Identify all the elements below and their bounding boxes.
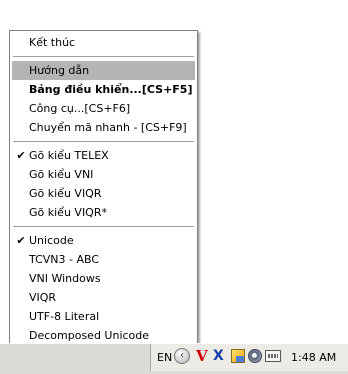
context-menu: Kết thúc Hướng dẫn Bảng điều khiển...[CS+F… (9, 30, 198, 346)
menu-item-label: VNI Windows (29, 272, 101, 285)
clock[interactable]: 1:48 AM (291, 351, 336, 364)
menu-item[interactable]: Gõ kiểu VIQR* (12, 203, 195, 222)
show-hidden-icons-button[interactable]: ‹ (174, 348, 190, 364)
menu-item[interactable]: Công cụ...[CS+F6] (12, 99, 195, 118)
menu-item-label: TCVN3 - ABC (29, 253, 100, 266)
menu-item[interactable]: Kết thúc (12, 33, 195, 52)
menu-item[interactable]: ✔ Unicode (12, 231, 195, 250)
network-tray-icon[interactable] (231, 349, 245, 363)
menu-item-label: Kết thúc (29, 36, 76, 49)
checkmark-icon: ✔ (16, 234, 26, 247)
menu-item-label: Gõ kiểu VIQR* (29, 206, 107, 219)
menu-item[interactable]: TCVN3 - ABC (12, 250, 195, 269)
menu-item-label: Gõ kiểu VIQR (29, 187, 102, 200)
menu-item[interactable]: Chuyển mã nhanh - [CS+F9] (12, 118, 195, 137)
menu-item[interactable]: Hướng dẫn (12, 61, 195, 80)
menu-item-label: Công cụ...[CS+F6] (29, 102, 131, 115)
menu-separator (13, 141, 194, 142)
menu-item-label: VIQR (29, 291, 57, 304)
menu-item[interactable]: ✔ Gõ kiểu TELEX (12, 146, 195, 165)
menu-item[interactable]: UTF-8 Literal (12, 307, 195, 326)
menu-item-label: UTF-8 Literal (29, 310, 100, 323)
system-tray: EN ‹ V X 1:48 AM (150, 344, 348, 371)
menu-item[interactable]: VNI Windows (12, 269, 195, 288)
menu-item[interactable]: Bảng điều khiển...[CS+F5] (12, 80, 195, 99)
menu-item-label: Hướng dẫn (29, 64, 90, 77)
menu-item-label: Gõ kiểu TELEX (29, 149, 109, 162)
menu-item-label: Decomposed Unicode (29, 329, 150, 342)
menu-separator (13, 56, 194, 57)
menu-item-label: Unicode (29, 234, 74, 247)
menu-item[interactable]: VIQR (12, 288, 195, 307)
menu-separator (13, 226, 194, 227)
language-indicator[interactable]: EN (157, 351, 172, 364)
menu-item-label: Gõ kiểu VNI (29, 168, 94, 181)
menu-item-label: Chuyển mã nhanh - [CS+F9] (29, 121, 187, 134)
menu-item-label: Bảng điều khiển...[CS+F5] (29, 83, 193, 96)
menu-item[interactable]: Gõ kiểu VIQR (12, 184, 195, 203)
checkmark-icon: ✔ (16, 149, 26, 162)
vietkey-v-icon[interactable]: V (196, 347, 208, 365)
menu-item[interactable]: Gõ kiểu VNI (12, 165, 195, 184)
keyboard-tray-icon[interactable] (265, 350, 281, 362)
x-tray-icon[interactable]: X (213, 348, 224, 364)
disc-tray-icon[interactable] (248, 349, 262, 363)
